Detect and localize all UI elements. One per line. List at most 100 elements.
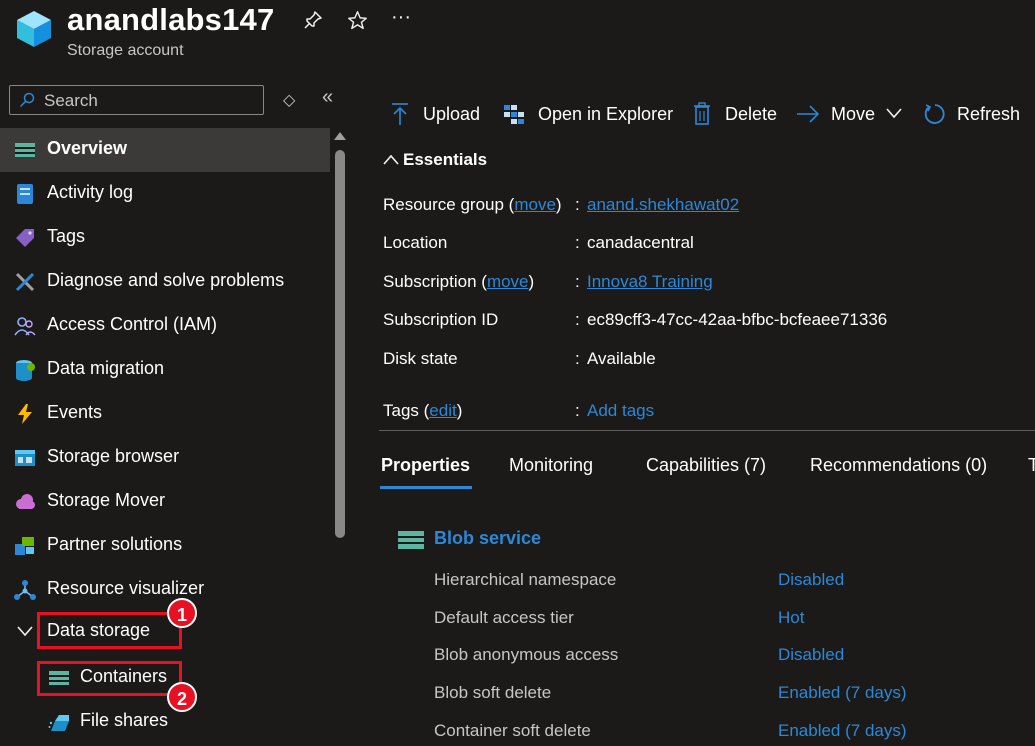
sidebar-item-label: File shares xyxy=(80,710,169,730)
essentials-row-location: Location : canadacentral xyxy=(383,233,694,252)
network-icon xyxy=(14,580,36,600)
page-subtitle: Storage account xyxy=(67,42,184,59)
prop-value-link[interactable]: Enabled (7 days) xyxy=(778,721,907,741)
lightning-icon xyxy=(18,404,32,424)
blob-service-icon xyxy=(398,531,424,549)
essentials-row-tags: Tags (edit) : Add tags xyxy=(383,401,655,421)
add-tags-link[interactable]: Add tags xyxy=(587,401,654,421)
people-icon xyxy=(14,317,36,336)
sidebar-item-label: Access Control (IAM) xyxy=(47,314,218,334)
sidebar-item-label: Storage browser xyxy=(47,446,180,466)
essentials-divider xyxy=(379,430,1035,431)
tab-capabilities[interactable]: Capabilities (7) xyxy=(646,455,766,476)
resource-group-link[interactable]: anand.shekhawat02 xyxy=(587,195,739,215)
tab-truncated[interactable]: T xyxy=(1028,455,1035,476)
subscription-link[interactable]: Innova8 Training xyxy=(587,272,713,292)
essentials-row-resource-group: Resource group (move) : anand.shekhawat0… xyxy=(383,195,740,215)
sidebar-item-label: Storage Mover xyxy=(47,490,166,510)
sidebar-item-label: Tags xyxy=(47,226,86,246)
arrow-right-icon xyxy=(797,105,820,123)
file-share-icon xyxy=(48,715,69,731)
data-migration-icon xyxy=(16,360,35,381)
sidebar-item-tags[interactable]: Tags xyxy=(0,216,330,260)
sidebar-item-events[interactable]: Events xyxy=(0,392,330,436)
tab-monitoring[interactable]: Monitoring xyxy=(509,455,593,476)
sidebar-item-iam[interactable]: Access Control (IAM) xyxy=(0,304,330,348)
search-box[interactable] xyxy=(9,85,264,115)
upload-label: Upload xyxy=(423,104,481,124)
more-icon[interactable]: ··· xyxy=(391,6,411,29)
active-tab-indicator xyxy=(380,486,472,489)
prop-value-link[interactable]: Hot xyxy=(778,608,804,628)
sidebar-item-label: Diagnose and solve problems xyxy=(47,270,285,290)
essentials-row-subscription: Subscription (move) : Innova8 Training xyxy=(383,272,713,292)
refresh-button[interactable]: Refresh xyxy=(923,102,1023,128)
resource-group-key: Resource group (move) xyxy=(383,195,562,214)
blob-service-link[interactable]: Blob service xyxy=(434,528,541,549)
sidebar-item-partner-solutions[interactable]: Partner solutions xyxy=(0,524,330,568)
essentials-row-disk-state: Disk state : Available xyxy=(383,349,656,368)
upload-button[interactable]: Upload xyxy=(390,102,482,128)
tab-recommendations[interactable]: Recommendations (0) xyxy=(810,455,987,476)
sidebar-item-label: Partner solutions xyxy=(47,534,183,554)
tag-icon xyxy=(16,229,34,247)
move-link[interactable]: move xyxy=(487,272,529,291)
search-input[interactable] xyxy=(42,89,261,113)
sidebar-nav: Overview Activity log Tags Diagnose and … xyxy=(0,128,330,746)
refresh-label: Refresh xyxy=(957,104,1021,124)
sidebar-item-resource-visualizer[interactable]: Resource visualizer xyxy=(0,568,330,612)
prop-value-link[interactable]: Disabled xyxy=(778,570,844,590)
prop-value-link[interactable]: Disabled xyxy=(778,645,844,665)
sidebar-item-label: Events xyxy=(47,402,103,422)
sidebar-item-overview[interactable]: Overview xyxy=(0,128,330,172)
annotation-badge-2: 2 xyxy=(167,682,197,712)
delete-button[interactable]: Delete xyxy=(693,102,778,128)
sidebar-item-label: Resource visualizer xyxy=(47,578,205,598)
upload-icon xyxy=(392,103,408,125)
partner-icon xyxy=(15,537,34,555)
edit-link[interactable]: edit xyxy=(429,401,456,420)
star-icon[interactable] xyxy=(347,10,368,31)
move-label: Move xyxy=(831,104,876,124)
scroll-up-arrow-icon[interactable] xyxy=(334,132,346,140)
move-link[interactable]: move xyxy=(514,195,556,214)
pin-icon[interactable] xyxy=(303,10,323,30)
highlight-box-data-storage xyxy=(37,612,182,649)
refresh-icon xyxy=(924,104,945,124)
open-in-explorer-button[interactable]: Open in Explorer xyxy=(503,102,673,128)
trash-icon xyxy=(694,102,710,125)
annotation-badge-1: 1 xyxy=(167,598,197,628)
sidebar-item-activity-log[interactable]: Activity log xyxy=(0,172,330,216)
subscription-key: Subscription (move) xyxy=(383,272,535,291)
essentials-row-subscription-id: Subscription ID : ec89cff3-47cc-42aa-bfb… xyxy=(383,310,888,329)
sidebar-item-storage-browser[interactable]: Storage browser xyxy=(0,436,330,480)
overview-icon xyxy=(15,143,35,157)
sidebar-item-diagnose[interactable]: Diagnose and solve problems xyxy=(0,260,330,304)
wrench-icon xyxy=(15,272,35,292)
subscription-id-value: ec89cff3-47cc-42aa-bfbc-bcfeaee71336 xyxy=(587,310,888,329)
expand-collapse-icon[interactable]: ◇ xyxy=(283,90,295,110)
sidebar-item-label: Data migration xyxy=(47,358,165,378)
location-value: canadacentral xyxy=(587,233,694,252)
tab-properties[interactable]: Properties xyxy=(381,455,470,476)
explorer-icon xyxy=(504,105,524,124)
delete-label: Delete xyxy=(725,104,778,124)
chevron-down-icon xyxy=(886,108,902,119)
sidebar-scrollbar[interactable] xyxy=(332,128,348,746)
storage-account-icon xyxy=(17,11,51,47)
prop-value-link[interactable]: Enabled (7 days) xyxy=(778,683,907,703)
sidebar-item-storage-mover[interactable]: Storage Mover xyxy=(0,480,330,524)
page-title: anandlabs147 xyxy=(67,2,275,37)
storage-browser-icon xyxy=(15,450,35,466)
disk-state-value: Available xyxy=(587,349,656,368)
essentials-title: Essentials xyxy=(403,150,488,169)
move-button[interactable]: Move xyxy=(796,102,906,128)
cloud-icon xyxy=(16,494,35,509)
scroll-thumb[interactable] xyxy=(335,150,345,538)
sidebar-item-file-shares[interactable]: File shares xyxy=(0,700,330,744)
tags-key: Tags (edit) xyxy=(383,401,463,420)
collapse-sidebar-icon[interactable]: « xyxy=(322,86,333,109)
chevron-down-icon xyxy=(17,626,33,637)
open-in-explorer-label: Open in Explorer xyxy=(538,104,674,124)
sidebar-item-data-migration[interactable]: Data migration xyxy=(0,348,330,392)
